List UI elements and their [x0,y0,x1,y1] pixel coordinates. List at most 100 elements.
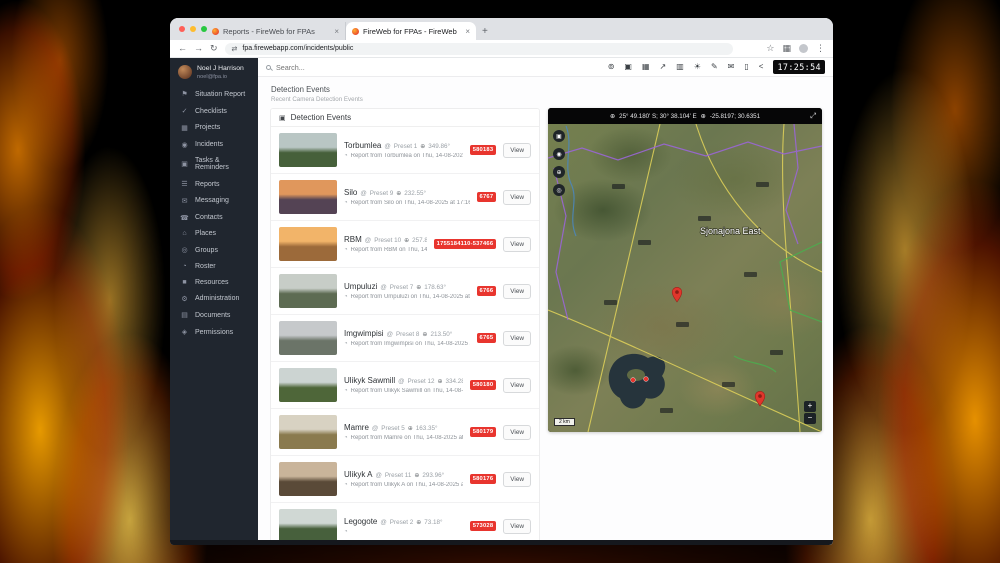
view-button[interactable]: View [503,377,531,393]
view-button[interactable]: View [503,189,531,205]
marker-icon[interactable]: ◉ [553,148,565,160]
reload-icon[interactable]: ↻ [210,44,218,53]
inbox-icon[interactable]: ✉ [728,63,735,71]
view-button[interactable]: View [503,283,531,299]
camera-thumbnail[interactable] [279,321,337,355]
camera-thumbnail[interactable] [279,509,337,543]
sidebar-item-contacts[interactable]: ☎ Contacts [170,209,258,226]
panel-header: ▣ Detection Events [271,109,539,127]
forward-icon[interactable]: → [194,44,203,53]
browser-menu-icon[interactable]: ⋮ [816,44,825,53]
tab-title: FireWeb for FPAs - FireWeb [363,26,457,36]
brightness-icon[interactable]: ☀ [694,63,701,71]
home-icon: ⌂ [182,230,187,238]
site-info-icon[interactable]: ⇄ [232,45,238,53]
clock-icon: ◔ [344,435,348,441]
search-icon[interactable]: ⊕ [553,166,565,178]
compass-icon: ⊕ [416,285,422,291]
sidebar-item-roster[interactable]: ◔ Roster [170,259,258,275]
url-bar[interactable]: ⇄ fpa.firewebapp.com/incidents/public [224,42,733,55]
locate-icon[interactable]: ◎ [553,184,565,196]
map-pin[interactable] [754,391,766,407]
sidebar-item-messaging[interactable]: ✉ Messaging [170,193,258,210]
zoom-in-button[interactable]: + [804,401,816,412]
new-tab-button[interactable]: + [482,26,488,40]
event-preset: Preset 11 [384,472,412,479]
road-lines [548,124,822,432]
search-input[interactable] [276,62,456,72]
sidebar-item-reports[interactable]: ☰ Reports [170,176,258,193]
view-button[interactable]: View [503,142,531,158]
browser-tabstrip: Reports - FireWeb for FPAs × FireWeb for… [170,18,833,40]
close-window-button[interactable] [179,26,185,32]
map-pin[interactable] [671,287,683,303]
close-tab-icon[interactable]: × [465,27,470,36]
page-header: Detection Events Recent Camera Detection… [258,77,833,107]
event-id-badge: 580176 [469,474,497,484]
topbar-icon-row: ⊚ ▣ ▦ ↗ ▥ ☀ ✎ ✉ ▯ < [608,63,764,71]
view-button[interactable]: View [503,236,531,252]
external-link-icon[interactable]: ↗ [660,63,667,71]
maximize-window-button[interactable] [201,26,207,32]
camera-thumbnail[interactable] [279,274,337,308]
event-report-text: Report from Ulikyk A on Thu, 14-08-2025 … [350,482,463,488]
share-icon[interactable]: < [759,63,764,71]
extensions-icon[interactable]: ▦ [782,44,791,53]
main-area: ⊚ ▣ ▦ ↗ ▥ ☀ ✎ ✉ ▯ < 17:25:54 Detection Events Rec… [258,58,833,545]
zoom-out-button[interactable]: − [804,413,816,424]
sidebar-item-situation-report[interactable]: ⚑ Situation Report [170,86,258,103]
globe-icon[interactable]: ⊚ [608,63,615,71]
view-button[interactable]: View [503,518,531,534]
app-topbar: ⊚ ▣ ▦ ↗ ▥ ☀ ✎ ✉ ▯ < 17:25:54 [258,58,833,77]
tab-reports[interactable]: Reports - FireWeb for FPAs × [206,22,346,40]
sidebar-item-administration[interactable]: ⚙ Administration [170,290,258,307]
sidebar-item-groups[interactable]: ◎ Groups [170,242,258,259]
event-camera-name: Silo [344,188,358,197]
sidebar-item-places[interactable]: ⌂ Places [170,226,258,242]
camera-icon[interactable]: ▣ [624,63,632,71]
sidebar-item-projects[interactable]: ▦ Projects [170,119,258,136]
event-preset: Preset 10 [374,237,402,244]
edit-icon[interactable]: ✎ [711,63,718,71]
satellite-map[interactable]: Sjonajona East ▣ ◉ ⊕ ◎ + − 2 km [548,124,822,432]
bookmark-star-icon[interactable]: ☆ [766,44,774,53]
layers-icon[interactable]: ▣ [553,130,565,142]
avatar [178,65,192,80]
at-separator: @ [364,237,372,244]
page-subtitle: Recent Camera Detection Events [271,96,363,103]
minimize-window-button[interactable] [190,26,196,32]
map-overlay: Sjonajona East [548,124,822,432]
sidebar-item-documents[interactable]: ▤ Documents [170,307,258,324]
browser-profile-avatar[interactable] [799,44,808,53]
close-tab-icon[interactable]: × [334,27,339,36]
user-profile[interactable]: Noel J Harrison noel@fpa.io [170,58,258,86]
camera-thumbnail[interactable] [279,462,337,496]
sidebar-item-incidents[interactable]: ◉ Incidents [170,136,258,153]
camera-thumbnail[interactable] [279,133,337,167]
grid-icon[interactable]: ▦ [642,63,650,71]
camera-thumbnail[interactable] [279,180,337,214]
camera-thumbnail[interactable] [279,227,337,261]
view-button[interactable]: View [503,424,531,440]
event-camera-name: Ulikyk A [344,470,373,479]
tab-fireweb-active[interactable]: FireWeb for FPAs - FireWeb × [346,22,476,40]
sidebar-menu: ⚑ Situation Report ✓ Checklists ▦ Projec… [170,86,258,341]
camera-thumbnail[interactable] [279,368,337,402]
view-button[interactable]: View [503,330,531,346]
clock-icon: ◔ [344,294,348,300]
desktop: Reports - FireWeb for FPAs × FireWeb for… [0,0,1000,563]
device-icon[interactable]: ▯ [744,63,748,71]
expand-map-icon[interactable]: ⤢ [810,111,816,121]
camera-thumbnail[interactable] [279,415,337,449]
event-camera-name: Torbumlea [344,141,382,150]
sidebar-item-permissions[interactable]: ◈ Permissions [170,324,258,341]
view-button[interactable]: View [503,471,531,487]
sidebar-item-checklists[interactable]: ✓ Checklists [170,103,258,120]
clock-icon: ◔ [344,200,348,206]
back-icon[interactable]: ← [178,44,187,53]
sidebar-item-resources[interactable]: ■ Resources [170,274,258,290]
compass-icon: ⊕ [700,112,706,120]
package-icon[interactable]: ▥ [676,63,684,71]
sidebar-item-tasks-reminders[interactable]: ▣ Tasks & Reminders [170,153,258,176]
event-preset: Preset 12 [407,378,435,385]
